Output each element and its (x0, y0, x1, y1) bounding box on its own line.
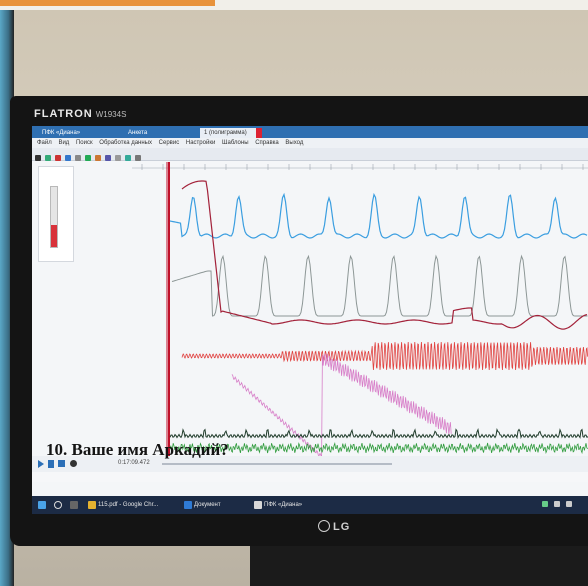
trace-movement (169, 427, 588, 440)
monitor-logo: LG (318, 520, 350, 533)
app-icon[interactable] (254, 501, 262, 509)
stop-icon[interactable] (58, 460, 65, 467)
bottom-ruler (32, 472, 588, 482)
task-view-icon[interactable] (70, 501, 78, 509)
windows-taskbar: 115.pdf - Google Chr... Документ ПФК «Ди… (32, 496, 588, 514)
time-axis-ticks (132, 164, 588, 170)
taskbar-item-document[interactable]: Документ (194, 500, 221, 510)
player-time: 0:17:09.472 (118, 460, 150, 466)
word-icon[interactable] (184, 501, 192, 509)
logo-text: LG (333, 521, 351, 533)
monitor-stand (250, 546, 588, 586)
lg-logo-icon (318, 520, 330, 532)
network-icon[interactable] (566, 501, 572, 507)
tray-icon[interactable] (542, 501, 548, 507)
volume-icon[interactable] (554, 501, 560, 507)
pause-icon[interactable] (48, 460, 54, 468)
trace-tremor (169, 442, 588, 455)
timeline-slider[interactable] (162, 463, 392, 465)
polygram-plot (132, 162, 588, 456)
trace-cardio (181, 341, 588, 371)
question-caption: 10. Ваше имя Аркадий? (46, 440, 229, 459)
taskbar-item-pdf[interactable]: 115.pdf - Google Chr... (98, 500, 158, 510)
top-accent-bar (0, 0, 215, 6)
play-icon[interactable] (38, 460, 44, 468)
record-icon[interactable] (70, 460, 77, 467)
trace-plethysmo (231, 353, 452, 456)
top-strip (0, 0, 588, 10)
trace-lower-breathing (171, 254, 588, 317)
taskbar-item-diana[interactable]: ПФК «Диана» (264, 500, 302, 510)
brand-model: W1934S (95, 110, 127, 119)
search-icon[interactable] (54, 501, 62, 509)
brand-name: FLATRON (34, 108, 93, 120)
trace-upper-breathing (169, 192, 588, 239)
monitor-brand: FLATRON W1934S (34, 108, 126, 120)
trace-gsr (181, 180, 588, 330)
chrome-icon[interactable] (88, 501, 96, 509)
windows-start-icon[interactable] (38, 501, 46, 509)
